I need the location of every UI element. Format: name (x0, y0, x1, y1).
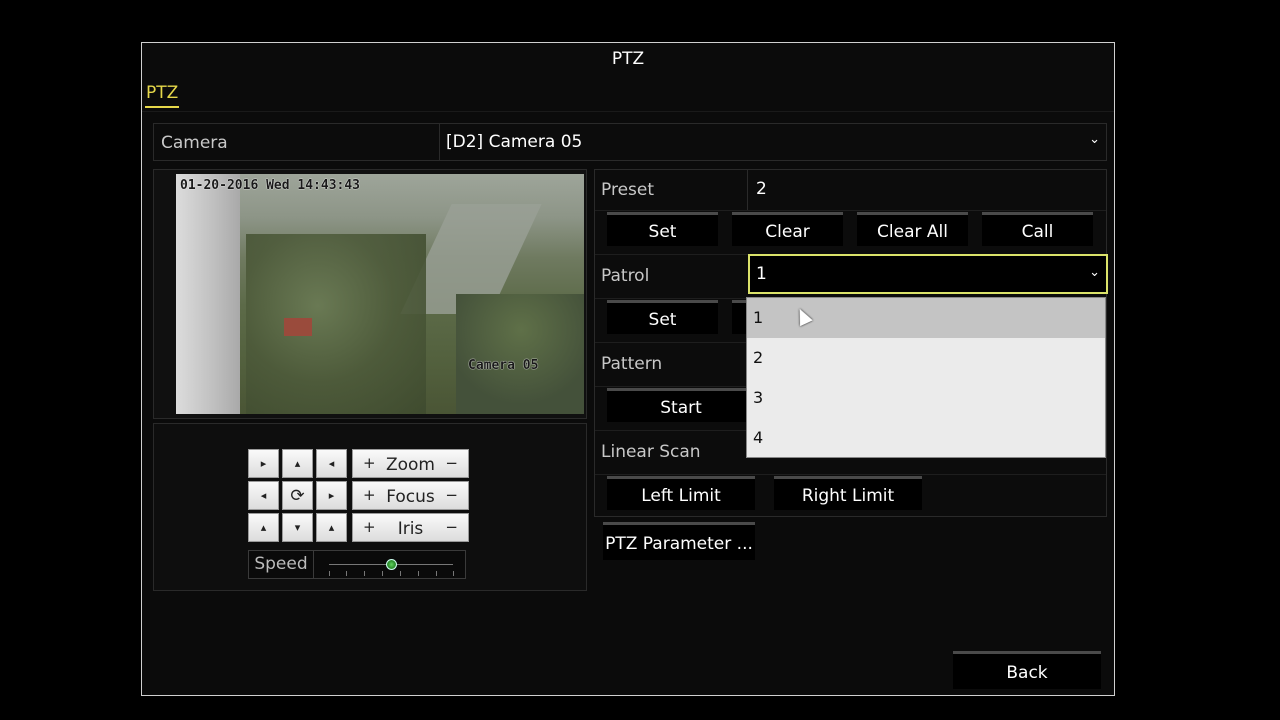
speed-label: Speed (249, 551, 314, 578)
osd-camera-name: Camera 05 (468, 358, 539, 373)
patrol-select-value: 1 (756, 264, 767, 284)
window-title: PTZ (611, 49, 645, 69)
zoom-out-button[interactable]: − (445, 454, 458, 472)
slider-tick (436, 571, 437, 576)
patrol-option[interactable]: 3 (747, 378, 1105, 418)
patrol-option-label: 2 (753, 348, 764, 367)
video-trees (456, 294, 584, 414)
preset-clear-all-button[interactable]: Clear All (857, 212, 968, 246)
left-limit-button[interactable]: Left Limit (607, 476, 755, 510)
pan-down-left-button[interactable]: ▴ (248, 513, 279, 542)
ptz-parameter-button[interactable]: PTZ Parameter ... (603, 522, 755, 560)
slider-tick (453, 571, 454, 576)
slider-tick (329, 571, 330, 576)
patrol-set-button[interactable]: Set (607, 300, 718, 334)
chevron-down-icon: ⌄ (1089, 132, 1100, 147)
back-button[interactable]: Back (953, 651, 1101, 689)
slider-tick (346, 571, 347, 576)
zoom-control: + Zoom − (352, 449, 469, 478)
row-divider (595, 474, 1106, 475)
preset-clear-button[interactable]: Clear (732, 212, 843, 246)
pan-right-button[interactable]: ▸ (316, 481, 347, 510)
live-video[interactable]: 01-20-2016 Wed 14:43:43 Camera 05 (176, 174, 584, 414)
pattern-start-button[interactable]: Start (607, 388, 755, 422)
tab-divider (142, 111, 1114, 112)
auto-scan-icon[interactable]: ⟳ (282, 481, 313, 510)
speed-control: Speed (248, 550, 466, 579)
camera-label: Camera (161, 133, 228, 153)
video-wall (176, 174, 240, 414)
patrol-button-partial[interactable] (732, 300, 746, 334)
chevron-down-icon: ⌄ (1089, 265, 1100, 280)
row-divider (595, 210, 1106, 211)
iris-control: + Iris − (352, 513, 469, 542)
patrol-option-label: 3 (753, 388, 764, 407)
camera-select-value: [D2] Camera 05 (446, 132, 583, 152)
osd-timestamp: 01-20-2016 Wed 14:43:43 (180, 178, 361, 193)
focus-control: + Focus − (352, 481, 469, 510)
patrol-select[interactable]: 1 ⌄ (748, 254, 1108, 294)
preset-call-button[interactable]: Call (982, 212, 1093, 246)
right-limit-button[interactable]: Right Limit (774, 476, 922, 510)
speed-slider-knob[interactable] (386, 559, 397, 570)
preset-set-button[interactable]: Set (607, 212, 718, 246)
pan-up-left-button[interactable]: ▸ (248, 449, 279, 478)
patrol-option[interactable]: 2 (747, 338, 1105, 378)
patrol-label: Patrol (601, 266, 650, 286)
pan-left-button[interactable]: ◂ (248, 481, 279, 510)
ptz-control-panel: ▸ ▴ ◂ ◂ ⟳ ▸ ▴ ▾ ▴ + Zoom − + Focus − + I… (153, 423, 587, 591)
preset-field[interactable]: 2 (747, 170, 1108, 210)
focus-far-button[interactable]: − (445, 486, 458, 504)
camera-select[interactable]: [D2] Camera 05 ⌄ (439, 124, 1106, 160)
slider-tick (400, 571, 401, 576)
slider-tick (382, 571, 383, 576)
slider-tick (364, 571, 365, 576)
patrol-option[interactable]: 4 (747, 418, 1105, 458)
pattern-label: Pattern (601, 354, 663, 374)
pan-down-right-button[interactable]: ▴ (316, 513, 347, 542)
slider-tick (418, 571, 419, 576)
preset-value: 2 (756, 179, 767, 199)
pan-up-button[interactable]: ▴ (282, 449, 313, 478)
patrol-option-label: 4 (753, 428, 764, 447)
video-roof (284, 318, 312, 336)
linear-scan-label: Linear Scan (601, 442, 701, 462)
video-trees (246, 234, 426, 414)
pan-down-button[interactable]: ▾ (282, 513, 313, 542)
preset-label: Preset (601, 180, 655, 200)
pan-up-right-button[interactable]: ◂ (316, 449, 347, 478)
tab-ptz[interactable]: PTZ (145, 83, 180, 108)
video-panel: 01-20-2016 Wed 14:43:43 Camera 05 (153, 169, 587, 419)
patrol-option-label: 1 (753, 308, 764, 327)
iris-close-button[interactable]: − (445, 518, 458, 536)
camera-row: Camera [D2] Camera 05 ⌄ (153, 123, 1107, 161)
